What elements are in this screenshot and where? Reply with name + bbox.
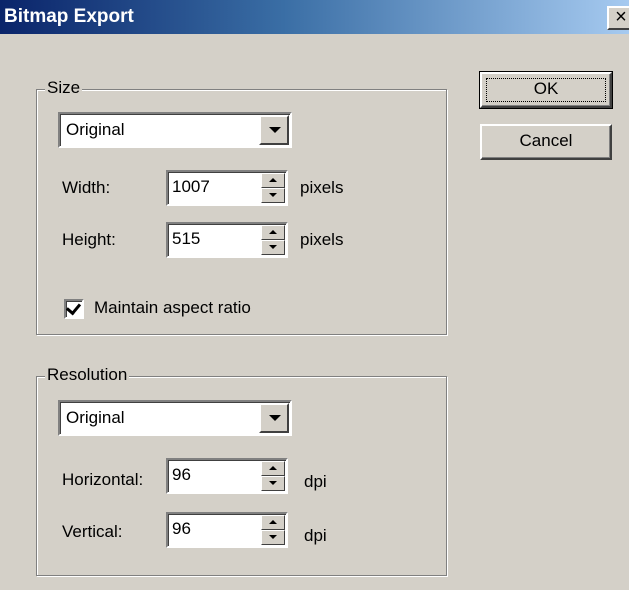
chevron-down-icon	[269, 535, 277, 539]
maintain-aspect-checkbox[interactable]	[64, 299, 84, 319]
size-preset-value: Original	[66, 120, 125, 139]
height-spin[interactable]	[261, 225, 285, 255]
width-unit: pixels	[300, 178, 344, 197]
resolution-preset-select[interactable]: Original	[58, 400, 292, 436]
title-bar: Bitmap Export ×	[0, 0, 629, 34]
size-group-legend: Size	[45, 78, 83, 98]
width-label: Width:	[62, 178, 111, 197]
chevron-down-icon	[269, 127, 281, 133]
vertical-dpi-increment-button[interactable]	[261, 515, 285, 530]
ok-button[interactable]: OK	[479, 71, 613, 109]
close-icon: ×	[615, 6, 627, 28]
horizontal-dpi-input[interactable]: 96	[172, 465, 191, 485]
horizontal-unit: dpi	[304, 472, 327, 491]
horizontal-dpi-stepper[interactable]: 96	[166, 458, 288, 494]
vertical-label: Vertical:	[62, 522, 123, 541]
height-decrement-button[interactable]	[261, 240, 285, 255]
vertical-dpi-input[interactable]: 96	[172, 519, 191, 539]
size-preset-dropdown-button[interactable]	[259, 115, 289, 145]
width-decrement-button[interactable]	[261, 188, 285, 203]
vertical-dpi-spin[interactable]	[261, 515, 285, 545]
horizontal-label: Horizontal:	[62, 470, 144, 489]
check-icon	[65, 299, 82, 316]
chevron-up-icon	[269, 178, 277, 182]
height-increment-button[interactable]	[261, 225, 285, 240]
height-input[interactable]: 515	[172, 229, 200, 249]
window-title: Bitmap Export	[4, 6, 134, 27]
width-input[interactable]: 1007	[172, 177, 210, 197]
chevron-down-icon	[269, 193, 277, 197]
height-stepper[interactable]: 515	[166, 222, 288, 258]
resolution-group-legend: Resolution	[45, 365, 130, 385]
resolution-preset-dropdown-button[interactable]	[259, 403, 289, 433]
chevron-down-icon	[269, 481, 277, 485]
horizontal-dpi-decrement-button[interactable]	[261, 476, 285, 491]
chevron-down-icon	[269, 415, 281, 421]
vertical-dpi-decrement-button[interactable]	[261, 530, 285, 545]
chevron-up-icon	[269, 520, 277, 524]
vertical-dpi-stepper[interactable]: 96	[166, 512, 288, 548]
chevron-up-icon	[269, 466, 277, 470]
chevron-down-icon	[269, 245, 277, 249]
size-preset-select[interactable]: Original	[58, 112, 292, 148]
width-increment-button[interactable]	[261, 173, 285, 188]
width-stepper[interactable]: 1007	[166, 170, 288, 206]
cancel-button[interactable]: Cancel	[480, 124, 612, 160]
width-spin[interactable]	[261, 173, 285, 203]
close-button[interactable]: ×	[607, 6, 629, 30]
horizontal-dpi-increment-button[interactable]	[261, 461, 285, 476]
horizontal-dpi-spin[interactable]	[261, 461, 285, 491]
vertical-unit: dpi	[304, 526, 327, 545]
maintain-aspect-label[interactable]: Maintain aspect ratio	[94, 298, 251, 318]
height-label: Height:	[62, 230, 116, 249]
chevron-up-icon	[269, 230, 277, 234]
focus-ring	[486, 78, 606, 102]
resolution-preset-value: Original	[66, 408, 125, 427]
cancel-button-label: Cancel	[519, 131, 573, 150]
height-unit: pixels	[300, 230, 344, 249]
